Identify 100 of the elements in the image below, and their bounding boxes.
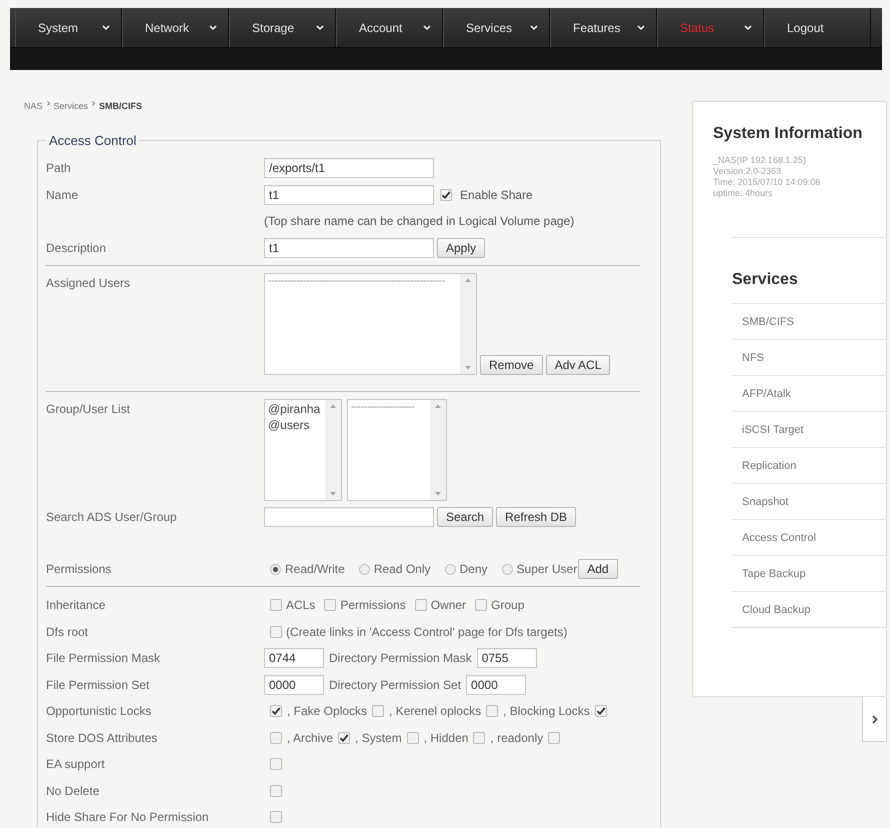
field-label: File Permission Set <box>46 678 150 692</box>
checkbox[interactable] <box>594 705 607 718</box>
sidebar-link[interactable]: Cloud Backup <box>732 591 886 627</box>
radio-label: Read/Write <box>285 562 345 576</box>
checkbox[interactable] <box>372 705 384 718</box>
breadcrumb-link[interactable]: Services <box>54 101 88 111</box>
chevron-right-icon <box>92 101 96 106</box>
radio-button[interactable] <box>444 564 456 574</box>
checkbox[interactable] <box>440 188 452 200</box>
nav-menu-item[interactable]: Features <box>550 8 657 47</box>
field-label: Store DOS Attributes <box>46 730 158 745</box>
checkbox[interactable] <box>270 811 282 824</box>
checkbox-label: , System <box>355 730 402 745</box>
text-field[interactable]: t1 <box>264 184 434 204</box>
sidebar-link[interactable]: SMB/CIFS <box>732 303 886 339</box>
hint-text: (Top share name can be changed in Logical Volume page) <box>264 214 574 228</box>
field-label: Path <box>46 160 72 174</box>
sidebar-link[interactable]: AFP/Atalk <box>732 375 886 411</box>
sidebar-link[interactable]: Tape Backup <box>732 555 886 591</box>
field-label: Assigned Users <box>46 275 132 290</box>
nav-menu-item[interactable]: Account <box>336 8 443 47</box>
checkbox-label: , Blocking Locks <box>503 704 590 718</box>
checkbox[interactable] <box>270 732 282 744</box>
field-label: Directory Permission Mask <box>329 651 472 666</box>
checkbox[interactable] <box>338 732 350 744</box>
radio-button[interactable] <box>358 564 370 574</box>
text-field[interactable] <box>264 506 434 526</box>
checkbox[interactable] <box>473 732 486 744</box>
nav-menu-item[interactable]: Network <box>122 8 229 47</box>
list-option[interactable]: @users <box>268 417 322 433</box>
sidebar-link[interactable]: Snapshot <box>732 483 886 519</box>
sidebar-link[interactable]: Replication <box>732 447 886 483</box>
checkbox-label: (Create links in 'Access Control' page for Dfs targets) <box>286 624 568 639</box>
checkbox[interactable] <box>475 599 488 612</box>
collapse-button[interactable] <box>862 697 887 742</box>
checkbox-label: , Archive <box>287 730 334 745</box>
checkbox[interactable] <box>270 784 282 797</box>
checkbox[interactable] <box>270 705 282 718</box>
button[interactable]: Search <box>437 506 494 526</box>
checkbox-label: Group <box>491 598 524 612</box>
field-label: Opportunistic Locks <box>46 704 152 718</box>
text-field[interactable]: 0000 <box>264 674 324 695</box>
field-label: Group/User List <box>46 401 132 416</box>
info-text: Version:2.0-2363 <box>713 166 782 177</box>
breadcrumb-link[interactable]: NAS <box>24 101 43 111</box>
info-text: uptime: 4hours <box>713 188 774 199</box>
radio-button[interactable] <box>502 564 513 574</box>
section-title: Access Control <box>48 133 138 148</box>
text-field[interactable]: t1 <box>264 238 434 258</box>
listbox[interactable]: @piranha @users <box>264 399 342 501</box>
text-field[interactable]: 0000 <box>466 674 526 695</box>
radio-button[interactable] <box>270 564 281 574</box>
nav-menu-item[interactable]: Logout <box>764 8 871 47</box>
sidebar-link[interactable]: Access Control <box>732 519 886 555</box>
nav-menu-item[interactable]: Services <box>443 8 550 47</box>
text-field[interactable]: 0755 <box>476 648 537 668</box>
button[interactable]: Add <box>578 559 618 579</box>
scrollbar[interactable] <box>325 400 341 500</box>
checkbox[interactable] <box>548 732 560 744</box>
text-field[interactable]: 0744 <box>264 648 324 668</box>
field-label: Search ADS User/Group <box>46 510 178 524</box>
radio-label: Read Only <box>374 562 431 576</box>
field-label: File Permission Mask <box>46 651 162 666</box>
checkbox[interactable] <box>406 732 419 744</box>
checkbox[interactable] <box>270 626 282 638</box>
checkbox-label: Owner <box>430 598 466 612</box>
scrollbar[interactable] <box>430 400 446 500</box>
sidebar-link[interactable]: iSCSI Target <box>732 411 886 447</box>
nav-menu-item[interactable]: System <box>15 8 122 47</box>
field-label: Name <box>46 188 80 202</box>
button[interactable]: Refresh DB <box>496 506 576 526</box>
checkbox[interactable] <box>324 599 336 612</box>
sidebar-link[interactable]: NFS <box>732 339 886 375</box>
nav-menu-item[interactable]: Storage <box>229 8 336 47</box>
text-field[interactable]: /exports/t1 <box>264 158 434 178</box>
list-option[interactable]: @piranha <box>268 401 322 417</box>
field-label: Dfs root <box>46 624 90 639</box>
checkbox-label: , Hidden <box>424 730 468 745</box>
field-label: No Delete <box>46 784 100 798</box>
button[interactable]: Adv ACL <box>546 355 610 375</box>
scrollbar[interactable] <box>460 274 476 374</box>
field-label: Inheritance <box>46 598 106 612</box>
checkbox-label: , readonly <box>490 730 544 745</box>
panel-title: Services <box>732 270 799 290</box>
field-label: Directory Permission Set <box>329 678 462 692</box>
field-label: Permissions <box>46 562 112 576</box>
checkbox[interactable] <box>270 758 282 770</box>
info-text: Time: 2015/07/10 14:09:08 <box>713 177 822 188</box>
button[interactable]: Remove <box>480 355 543 375</box>
info-text: _NAS(IP 192.168.1.25) <box>713 155 807 166</box>
checkbox[interactable] <box>486 705 498 718</box>
checkbox-label: , Kerenel oplocks <box>389 704 482 718</box>
button[interactable]: Apply <box>437 238 486 258</box>
checkbox-label: , Fake Oplocks <box>287 704 368 718</box>
checkbox[interactable] <box>270 599 282 612</box>
field-label: EA support <box>46 757 106 772</box>
radio-label: Deny <box>460 562 488 576</box>
checkbox[interactable] <box>414 599 427 612</box>
field-label: Hide Share For No Permission <box>46 810 210 824</box>
radio-label: Super User <box>516 562 578 576</box>
